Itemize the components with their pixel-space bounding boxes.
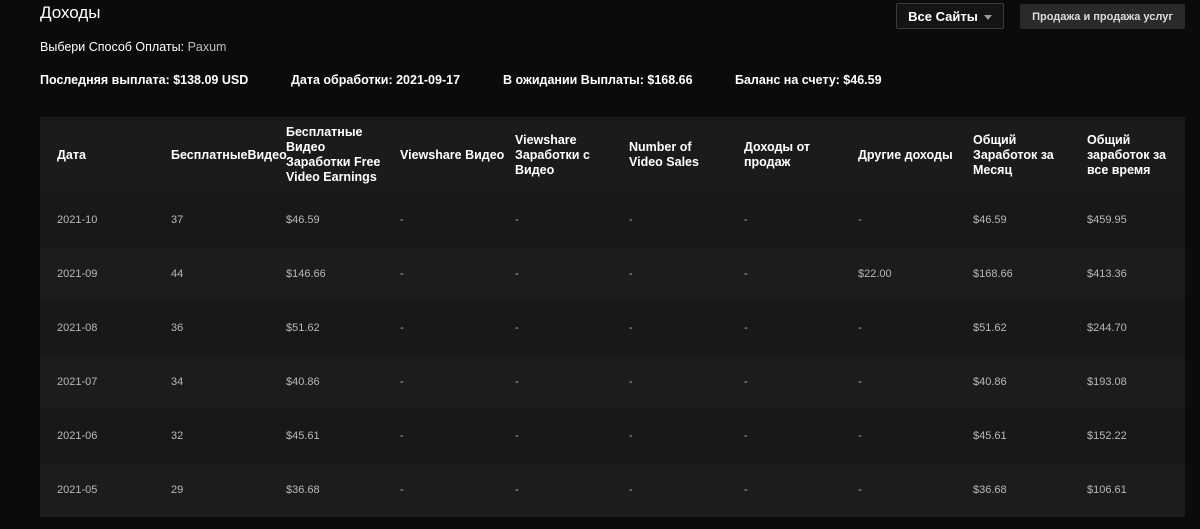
caret-down-icon: [983, 14, 992, 20]
table-cell: -: [629, 376, 633, 388]
table-row: 2021-06 32 $45.61 - - - - - $45.61 $152.22: [40, 409, 1185, 463]
table-cell: -: [858, 376, 862, 388]
earnings-table: Дата БесплатныеВидео Бесплатные Видео За…: [40, 117, 1185, 517]
column-header: Viewshare Заработки с Видео: [515, 132, 590, 177]
table-cell: -: [744, 214, 748, 226]
table-cell: -: [858, 214, 862, 226]
table-cell: $244.70: [1087, 322, 1127, 334]
column-header: Общий заработок за все время: [1087, 132, 1166, 177]
table-cell: $193.08: [1087, 376, 1127, 388]
table-cell: -: [858, 430, 862, 442]
table-cell: $413.36: [1087, 268, 1127, 280]
column-header: Дата: [57, 147, 86, 162]
table-cell: -: [629, 484, 633, 496]
table-cell: 2021-07: [57, 376, 98, 388]
table-cell: -: [744, 322, 748, 334]
table-cell: -: [629, 322, 633, 334]
sites-dropdown-label: Все Сайты: [908, 8, 978, 24]
table-cell: $40.86: [973, 376, 1007, 388]
table-cell: $106.61: [1087, 484, 1127, 496]
column-header: Number of Video Sales: [629, 140, 699, 169]
table-cell: -: [629, 214, 633, 226]
payment-method-value[interactable]: Paxum: [188, 40, 227, 54]
table-cell: $36.68: [973, 484, 1007, 496]
column-header: БесплатныеВидео: [171, 147, 287, 162]
page-title: Доходы: [40, 3, 101, 22]
column-header: Другие доходы: [858, 147, 953, 162]
table-cell: 34: [171, 376, 184, 388]
table-cell: -: [400, 322, 404, 334]
table-cell: 2021-06: [57, 430, 98, 442]
table-cell: -: [515, 214, 519, 226]
table-cell: $51.62: [286, 322, 320, 334]
table-row: 2021-09 44 $146.66 - - - - $22.00 $168.66 $413.36: [40, 247, 1185, 301]
table-cell: -: [515, 430, 519, 442]
table-cell: 2021-09: [57, 268, 98, 280]
table-cell: -: [629, 268, 633, 280]
column-header: Доходы от продаж: [744, 140, 811, 169]
table-cell: 2021-10: [57, 214, 98, 226]
column-header: Бесплатные Видео Заработки Free Video Ea…: [286, 125, 381, 184]
table-cell: 32: [171, 430, 184, 442]
table-cell: -: [515, 376, 519, 388]
column-header: Viewshare Видео: [400, 147, 505, 162]
table-cell: 44: [171, 268, 184, 280]
table-cell: $168.66: [973, 268, 1013, 280]
table-cell: -: [744, 376, 748, 388]
table-header: Дата БесплатныеВидео Бесплатные Видео За…: [40, 117, 1185, 193]
table-cell: -: [400, 214, 404, 226]
table-cell: -: [858, 322, 862, 334]
table-cell: -: [744, 484, 748, 496]
table-cell: $46.59: [286, 214, 320, 226]
table-cell: -: [858, 484, 862, 496]
table-cell: $36.68: [286, 484, 320, 496]
account-balance: Баланс на счету: $46.59: [735, 73, 882, 87]
payment-method-label: Выбери Способ Оплаты:: [40, 40, 185, 54]
processing-date: Дата обработки: 2021-09-17: [291, 73, 461, 87]
table-cell: $459.95: [1087, 214, 1127, 226]
table-cell: -: [400, 268, 404, 280]
table-cell: 2021-05: [57, 484, 98, 496]
payment-method: Выбери Способ Оплаты: Paxum: [40, 40, 226, 54]
table-cell: -: [400, 430, 404, 442]
table-cell: $46.59: [973, 214, 1007, 226]
last-payout: Последняя выплата: $138.09 USD: [40, 73, 249, 87]
table-row: 2021-05 29 $36.68 - - - - - $36.68 $106.61: [40, 463, 1185, 517]
table-cell: $40.86: [286, 376, 320, 388]
table-cell: -: [744, 268, 748, 280]
pending-payout: В ожидании Выплаты: $168.66: [503, 73, 693, 87]
table-row: 2021-10 37 $46.59 - - - - - $46.59 $459.95: [40, 193, 1185, 247]
table-cell: -: [515, 268, 519, 280]
table-cell: 37: [171, 214, 184, 226]
table-cell: 36: [171, 322, 184, 334]
table-cell: $45.61: [973, 430, 1007, 442]
table-cell: $51.62: [973, 322, 1007, 334]
table-cell: -: [400, 484, 404, 496]
table-cell: $45.61: [286, 430, 320, 442]
table-cell: 29: [171, 484, 184, 496]
table-cell: -: [629, 430, 633, 442]
sites-dropdown-button[interactable]: Все Сайты: [896, 3, 1004, 29]
table-cell: -: [400, 376, 404, 388]
table-cell: $22.00: [858, 268, 892, 280]
table-row: 2021-08 36 $51.62 - - - - - $51.62 $244.70: [40, 301, 1185, 355]
table-cell: -: [744, 430, 748, 442]
table-cell: $146.66: [286, 268, 326, 280]
column-header: Общий Заработок за Месяц: [973, 132, 1054, 177]
table-cell: $152.22: [1087, 430, 1127, 442]
sales-services-button[interactable]: Продажа и продажа услуг: [1020, 4, 1185, 29]
table-row: 2021-07 34 $40.86 - - - - - $40.86 $193.08: [40, 355, 1185, 409]
table-cell: 2021-08: [57, 322, 98, 334]
table-cell: -: [515, 322, 519, 334]
table-cell: -: [515, 484, 519, 496]
